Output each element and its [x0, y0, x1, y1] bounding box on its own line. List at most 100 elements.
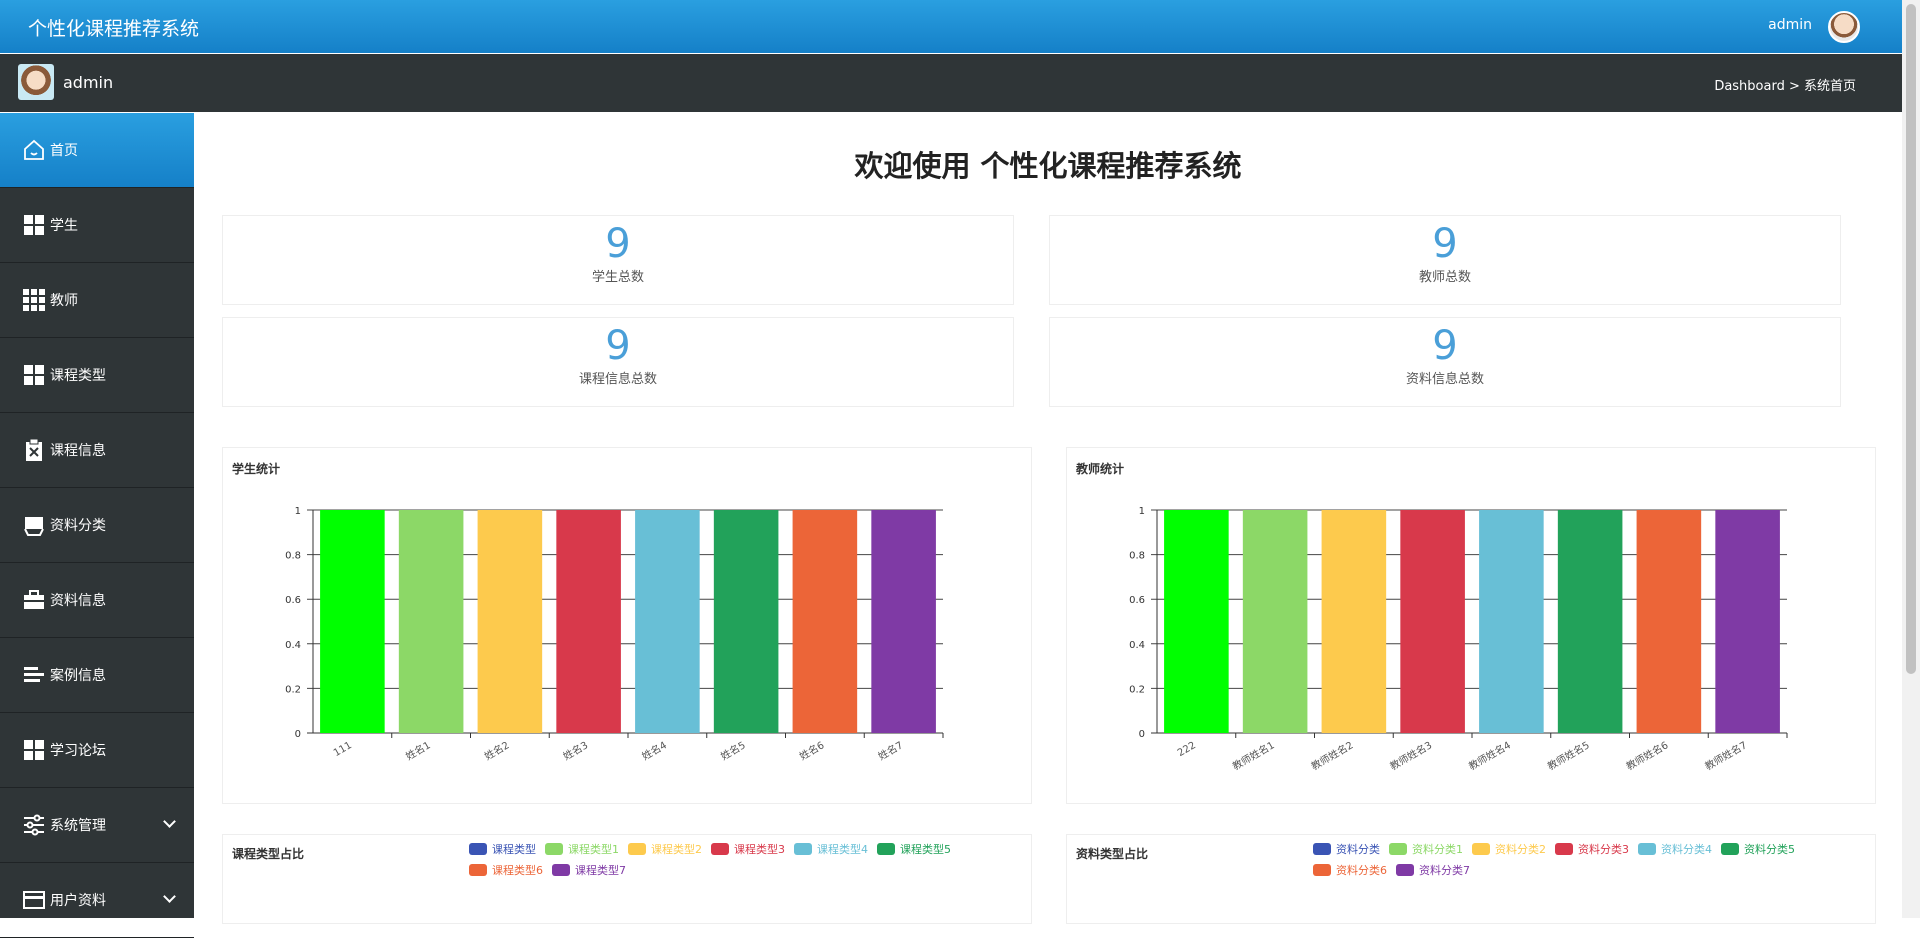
chart-panel-material-types: 资料类型占比 资料分类 资料分类1 资料分类2 资料分类3 资料分类4 资料分类5 资料分类… [1066, 834, 1876, 924]
app-title: 个性化课程推荐系统 [28, 18, 200, 40]
header-avatar[interactable] [1828, 11, 1860, 43]
sidebar-item-teachers[interactable]: 教师 [0, 263, 194, 338]
x-tick-label: 姓名7 [876, 738, 905, 762]
legend-label: 课程类型4 [817, 843, 868, 856]
bar[interactable] [635, 510, 700, 733]
legend-item[interactable]: 课程类型6 [469, 862, 543, 878]
x-tick-label: 姓名6 [797, 738, 826, 762]
sidebar-item-system-management[interactable]: 系统管理 [0, 788, 194, 863]
page-scrollbar[interactable] [1902, 0, 1920, 918]
bar[interactable] [320, 510, 385, 733]
sidebar-item-label: 资料信息 [50, 593, 106, 609]
bar[interactable] [477, 510, 543, 733]
bar[interactable] [398, 510, 464, 733]
stat-card-materials: 9 资料信息总数 [1049, 317, 1841, 407]
y-tick-label: 0.6 [1129, 595, 1145, 606]
y-tick-label: 0.2 [285, 684, 301, 695]
stat-card-courses: 9 课程信息总数 [222, 317, 1014, 407]
chart-panel-students: 学生统计 0 0.2 0.4 0.6 0.8 1 111 姓名1 姓名2 姓名3 姓名4 姓名5 姓名6… [222, 447, 1032, 804]
sidebar-item-label: 学生 [50, 218, 78, 234]
bar[interactable] [1557, 510, 1623, 733]
legend-item[interactable]: 课程类型1 [545, 841, 619, 857]
top-header: 个性化课程推荐系统 admin [0, 0, 1902, 53]
scrollbar-thumb[interactable] [1906, 4, 1916, 674]
legend-item[interactable]: 课程类型 [469, 841, 536, 857]
legend-item[interactable]: 资料分类7 [1396, 862, 1470, 878]
user-avatar [18, 64, 54, 100]
legend-item[interactable]: 资料分类1 [1389, 841, 1463, 857]
chart-title: 资料类型占比 [1076, 847, 1149, 861]
bar[interactable] [792, 510, 858, 733]
sidebar-item-home[interactable]: 首页 [0, 113, 194, 188]
inbox-icon [24, 517, 44, 536]
legend-item[interactable]: 课程类型7 [552, 862, 626, 878]
x-tick-label: 教师姓名4 [1466, 738, 1513, 772]
legend-item[interactable]: 资料分类4 [1638, 841, 1712, 857]
teacher-bar-chart: 0 0.2 0.4 0.6 0.8 1 222 教师姓名1 教师姓名2 教师姓名3 教师姓名4 教师姓… [1129, 506, 1788, 773]
sidebar-item-label: 教师 [50, 293, 78, 309]
bar[interactable] [871, 510, 936, 733]
legend-item[interactable]: 资料分类3 [1555, 841, 1629, 857]
x-tick-label: 姓名3 [561, 738, 590, 762]
card-icon [23, 891, 45, 909]
stat-value: 9 [1432, 221, 1458, 267]
sidebar-item-cases[interactable]: 案例信息 [0, 638, 194, 713]
x-tick-label: 教师姓名7 [1702, 738, 1749, 772]
legend-item[interactable]: 课程类型3 [711, 841, 785, 857]
sidebar-item-forum[interactable]: 学习论坛 [0, 713, 194, 788]
x-tick-label: 教师姓名3 [1387, 738, 1434, 772]
stat-value: 9 [605, 221, 631, 267]
legend-swatch [545, 843, 563, 855]
x-tick-label: 教师姓名5 [1545, 738, 1592, 772]
legend-swatch [1555, 843, 1573, 855]
stat-card-students: 9 学生总数 [222, 215, 1014, 305]
chart-panel-teachers: 教师统计 0 0.2 0.4 0.6 0.8 1 222 教师姓名1 教师姓名2 教师姓名3 教师姓… [1066, 447, 1876, 804]
header-username[interactable]: admin [1768, 17, 1812, 33]
bar[interactable] [1479, 510, 1544, 733]
bar[interactable] [1164, 510, 1229, 733]
y-tick-label: 0 [295, 729, 301, 740]
sidebar-item-course-types[interactable]: 课程类型 [0, 338, 194, 413]
legend-label: 资料分类6 [1336, 864, 1387, 877]
list-icon [24, 667, 44, 682]
student-bar-chart: 00.20.40.60.81111 姓名1 姓名2 姓名3 姓名4 姓名5 姓名6 姓名7 [285, 506, 944, 763]
stat-card-teachers: 9 教师总数 [1049, 215, 1841, 305]
legend-label: 课程类型1 [568, 843, 619, 856]
x-tick-label: 111 [332, 740, 354, 759]
stat-label: 课程信息总数 [578, 372, 657, 387]
legend-item[interactable]: 课程类型5 [877, 841, 951, 857]
y-tick-label: 0 [1139, 729, 1145, 740]
legend-label: 资料分类1 [1412, 843, 1463, 856]
y-tick-label: 0.8 [1129, 551, 1145, 562]
legend-item[interactable]: 资料分类 [1313, 841, 1380, 857]
bar[interactable] [1242, 510, 1308, 733]
bar[interactable] [713, 510, 779, 733]
sidebar-item-label: 学习论坛 [50, 743, 106, 759]
breadcrumb[interactable]: Dashboard > 系统首页 [1714, 75, 1856, 94]
legend-swatch [1721, 843, 1739, 855]
bar[interactable] [556, 510, 621, 733]
legend-label: 课程类型6 [492, 864, 543, 877]
legend-item[interactable]: 课程类型2 [628, 841, 702, 857]
bar[interactable] [1321, 510, 1387, 733]
sidebar-item-students[interactable]: 学生 [0, 188, 194, 263]
legend-item[interactable]: 资料分类2 [1472, 841, 1546, 857]
legend-label: 课程类型5 [900, 843, 951, 856]
grid-icon [24, 365, 44, 385]
home-icon [24, 139, 44, 160]
bar[interactable] [1715, 510, 1780, 733]
sidebar-item-label: 系统管理 [50, 818, 106, 834]
sidebar-item-material-categories[interactable]: 资料分类 [0, 488, 194, 563]
sidebar-item-material-info[interactable]: 资料信息 [0, 563, 194, 638]
legend-item[interactable]: 课程类型4 [794, 841, 868, 857]
legend-item[interactable]: 资料分类6 [1313, 862, 1387, 878]
legend-label: 课程类型3 [734, 843, 785, 856]
legend-label: 资料分类4 [1661, 843, 1712, 856]
chart-legend: 课程类型 课程类型1 课程类型2 课程类型3 课程类型4 课程类型5 课程类型6 课程类型7 [469, 841, 1029, 883]
bar[interactable] [1400, 510, 1465, 733]
bar[interactable] [1636, 510, 1702, 733]
sidebar-item-user-profile[interactable]: 用户资料 [0, 863, 194, 938]
sidebar-item-course-info[interactable]: 课程信息 [0, 413, 194, 488]
legend-item[interactable]: 资料分类5 [1721, 841, 1795, 857]
chart-title: 课程类型占比 [232, 847, 305, 861]
